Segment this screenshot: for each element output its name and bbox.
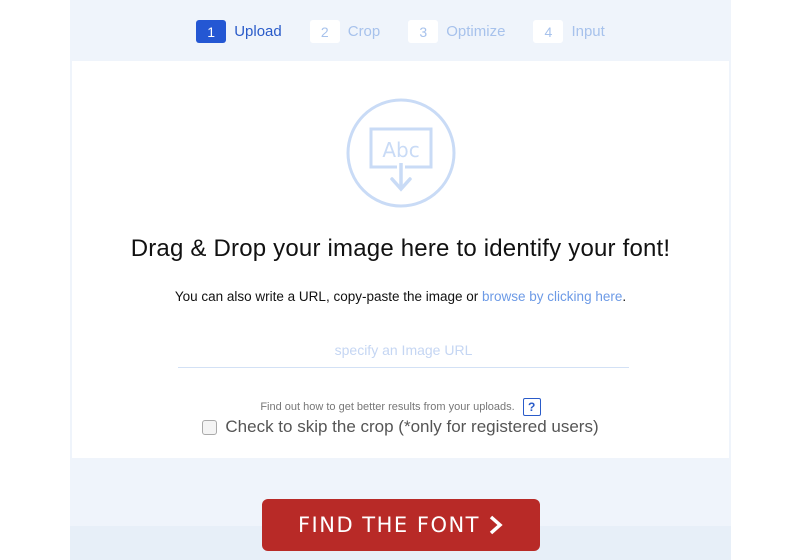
- skip-crop-label: Check to skip the crop (*only for regist…: [225, 417, 599, 436]
- step-upload[interactable]: 1 Upload: [196, 20, 282, 43]
- step-label: Optimize: [446, 23, 506, 40]
- image-url-input[interactable]: [178, 333, 629, 368]
- step-label: Input: [571, 23, 605, 40]
- step-optimize[interactable]: 3 Optimize: [408, 20, 505, 43]
- step-number: 2: [309, 20, 340, 43]
- browse-link[interactable]: browse by clicking here: [482, 289, 622, 304]
- dropzone-headline: Drag & Drop your image here to identify …: [130, 235, 671, 262]
- step-label: Crop: [347, 23, 381, 40]
- step-input[interactable]: 4 Input: [533, 20, 605, 43]
- step-crop[interactable]: 2 Crop: [309, 20, 381, 43]
- step-indicator: 1 Upload 2 Crop 3 Optimize 4 Input: [70, 20, 731, 43]
- subline-suffix: .: [622, 289, 627, 304]
- tips-text: Find out how to get better results from …: [260, 401, 515, 413]
- step-label: Upload: [234, 23, 282, 40]
- skip-crop-option[interactable]: Check to skip the crop (*only for regist…: [72, 417, 729, 437]
- subline-text: You can also write a URL, copy-paste the…: [174, 289, 483, 304]
- main-column: 1 Upload 2 Crop 3 Optimize 4 Input Abc D…: [70, 0, 731, 560]
- tips-row: Find out how to get better results from …: [72, 398, 729, 416]
- step-number: 4: [533, 20, 564, 43]
- upload-dropzone[interactable]: Abc Drag & Drop your image here to ident…: [72, 61, 729, 458]
- find-font-button[interactable]: FIND THE FONT: [262, 499, 540, 551]
- dropzone-subline: You can also write a URL, copy-paste the…: [72, 289, 729, 304]
- abc-download-icon: Abc: [345, 97, 457, 209]
- skip-crop-checkbox[interactable]: [202, 419, 218, 435]
- step-number: 1: [196, 20, 227, 43]
- chevron-right-icon: [489, 515, 503, 535]
- icon-text: Abc: [382, 138, 419, 162]
- find-font-label: FIND THE FONT: [297, 513, 481, 537]
- step-number: 3: [408, 20, 439, 43]
- help-button[interactable]: ?: [522, 398, 541, 416]
